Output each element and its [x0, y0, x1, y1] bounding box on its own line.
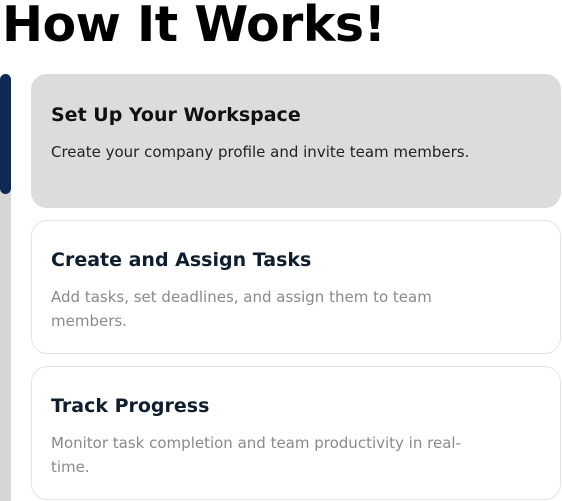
progress-track — [0, 74, 11, 501]
progress-indicator — [0, 74, 11, 194]
step-description: Create your company profile and invite t… — [51, 143, 470, 161]
steps-list: Set Up Your Workspace Create your compan… — [31, 74, 561, 501]
step-card-set-up-workspace[interactable]: Set Up Your Workspace Create your compan… — [31, 74, 561, 208]
page-title: How It Works! — [2, 0, 386, 53]
step-description: Monitor task completion and team product… — [51, 434, 461, 476]
step-title: Track Progress — [51, 395, 210, 417]
step-card-track-progress[interactable]: Track Progress Monitor task completion a… — [31, 366, 561, 500]
how-it-works-section: How It Works! Set Up Your Workspace Crea… — [0, 0, 562, 501]
step-title: Create and Assign Tasks — [51, 249, 312, 271]
step-description: Add tasks, set deadlines, and assign the… — [51, 288, 432, 330]
step-card-create-assign-tasks[interactable]: Create and Assign Tasks Add tasks, set d… — [31, 220, 561, 354]
step-title: Set Up Your Workspace — [51, 104, 301, 126]
